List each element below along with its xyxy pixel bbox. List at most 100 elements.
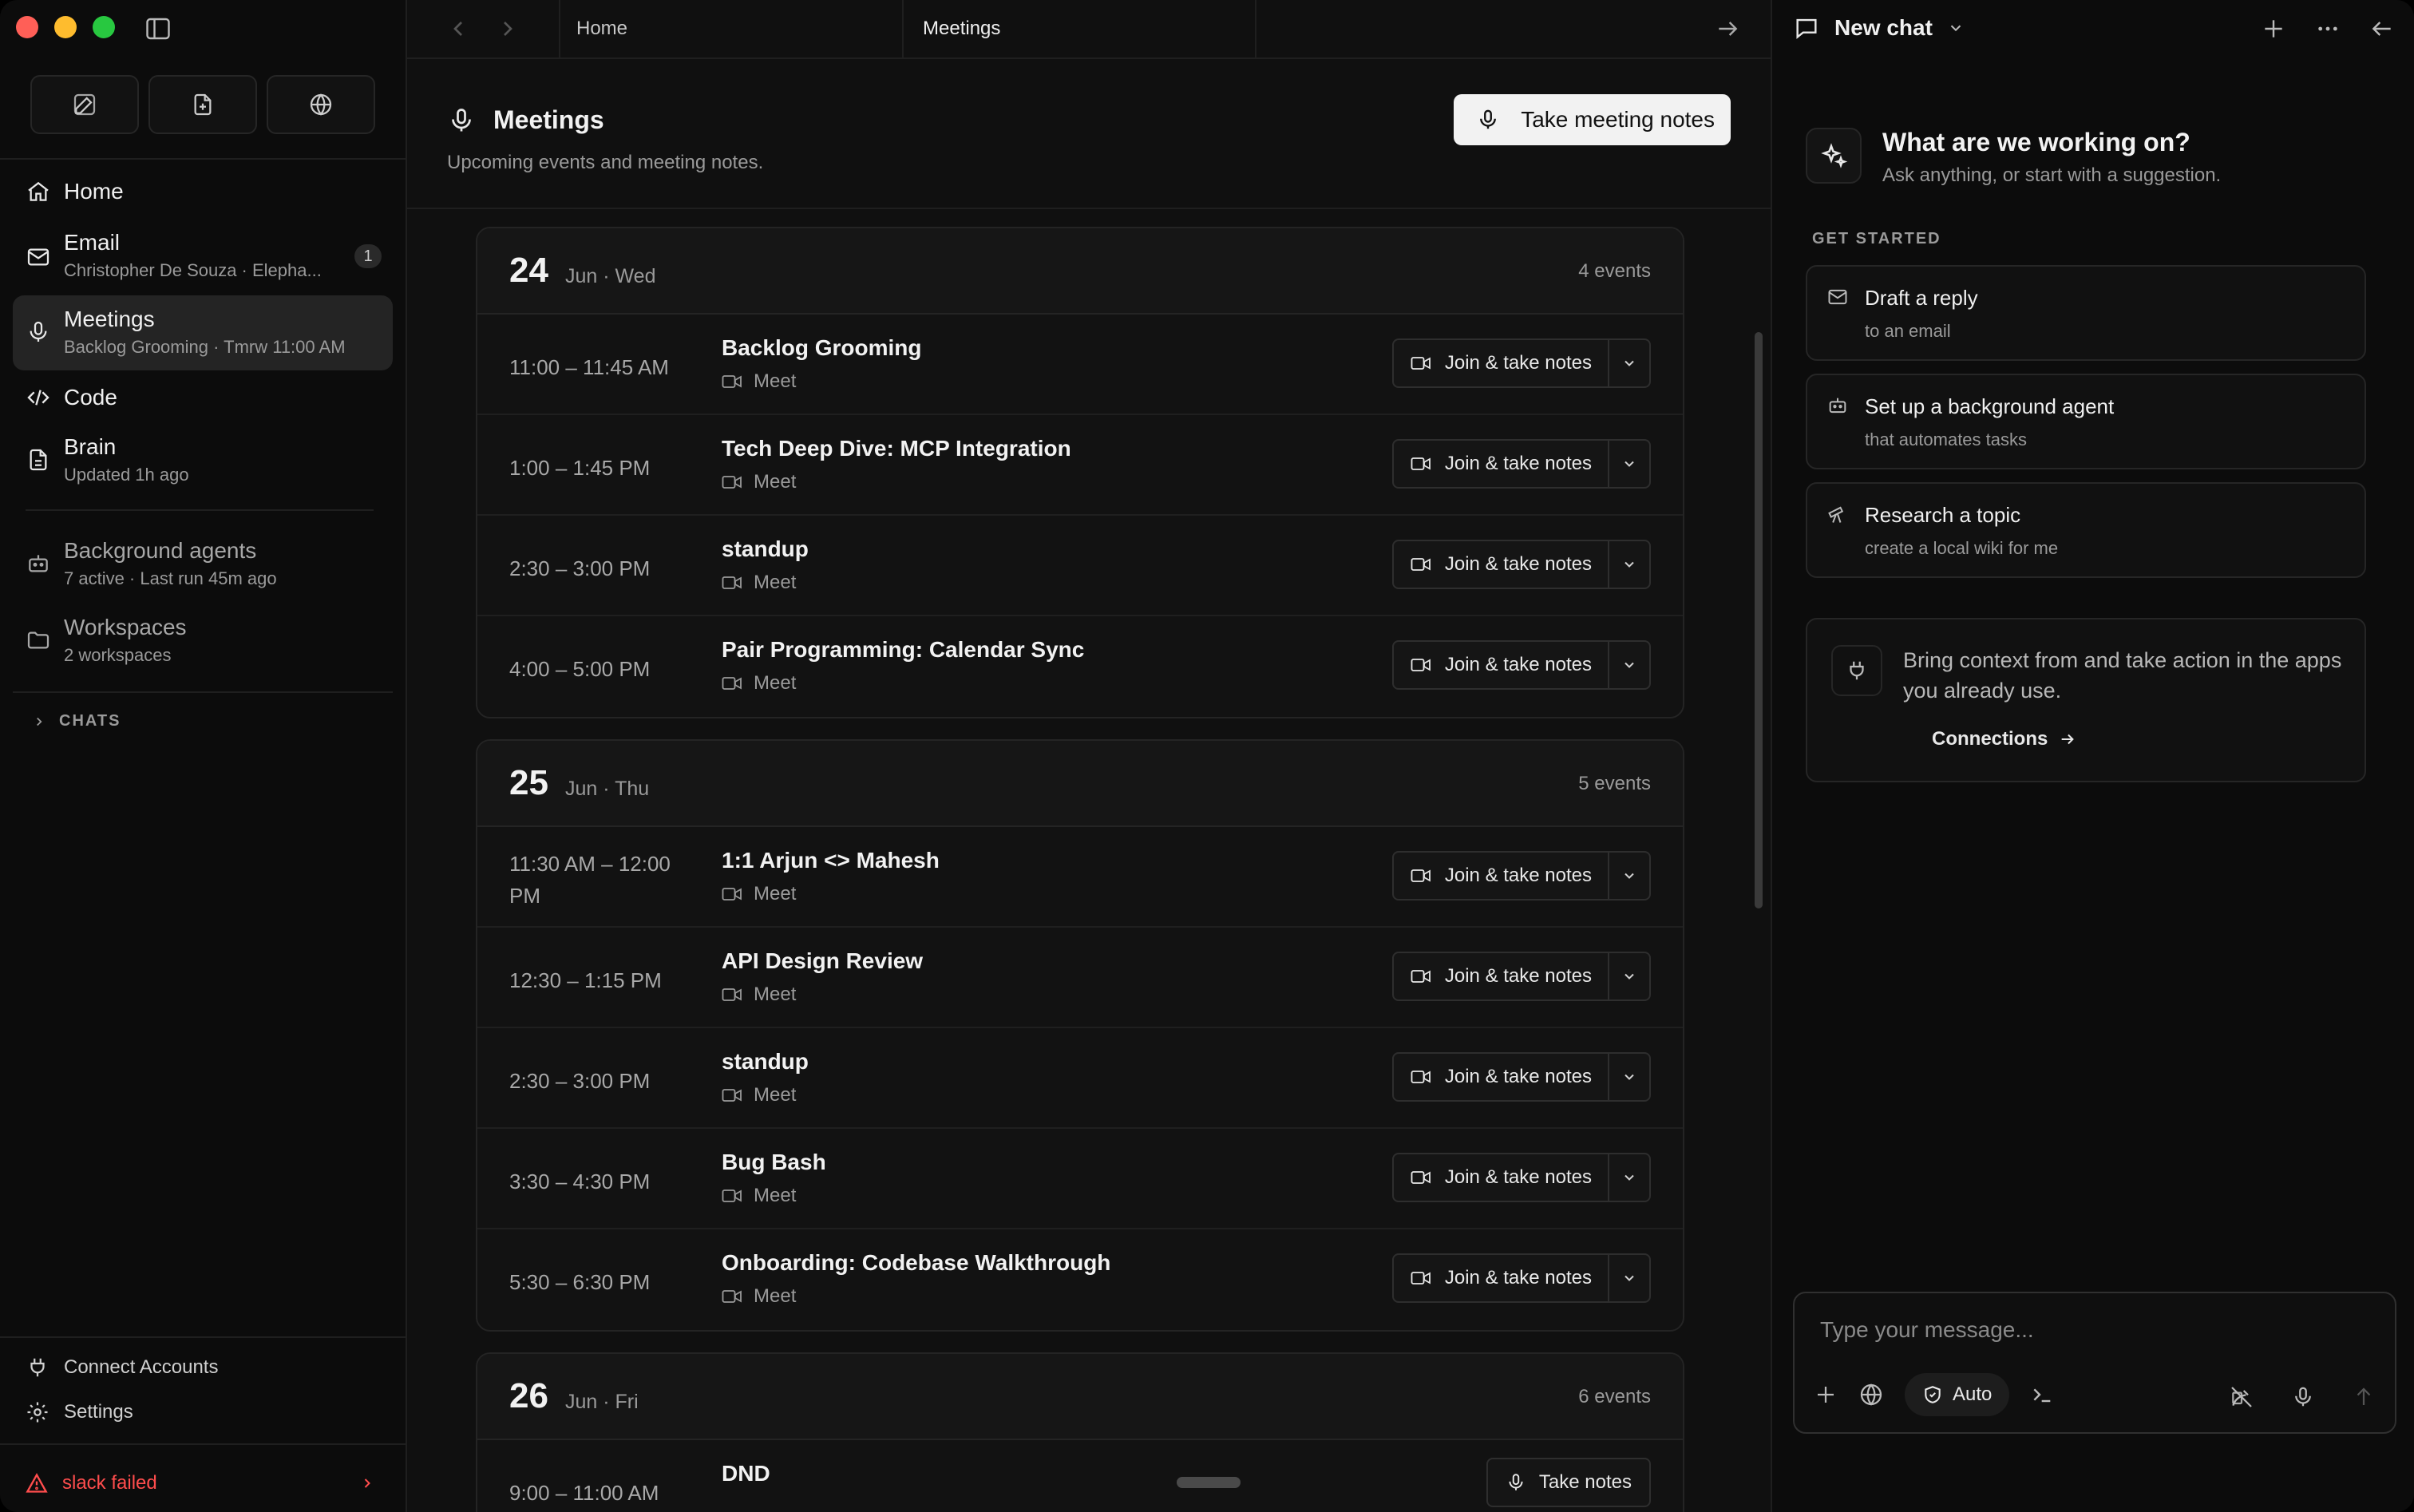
event-row[interactable]: 3:30 – 4:30 PM Bug Bash Meet Join & take no… [477, 1129, 1683, 1229]
join-label: Join & take notes [1444, 553, 1592, 575]
minimize-window-button[interactable] [54, 16, 77, 38]
message-composer: Type your message... Auto [1793, 1292, 2396, 1434]
permission-mode-button[interactable]: Auto [1905, 1373, 2010, 1416]
join-and-take-notes-button[interactable]: Join & take notes [1394, 1054, 1609, 1100]
event-location: Meet [722, 572, 796, 594]
join-button-group: Join & take notes [1391, 1153, 1651, 1202]
scrollbar[interactable] [1755, 332, 1763, 908]
day-number: 26 [509, 1376, 548, 1415]
join-options-dropdown[interactable] [1609, 642, 1649, 688]
event-time: 9:00 – 11:00 AM [509, 1481, 659, 1505]
tab-home[interactable]: Home [559, 0, 867, 57]
connections-link[interactable]: Connections [1932, 728, 2076, 750]
event-row[interactable]: 4:00 – 5:00 PM Pair Programming: Calendar… [477, 616, 1683, 717]
plus-icon[interactable] [1814, 1383, 1838, 1407]
sidebar-item-brain[interactable]: Brain Updated 1h ago [13, 431, 393, 497]
terminal-icon[interactable] [2030, 1382, 2056, 1407]
join-and-take-notes-button[interactable]: Join & take notes [1394, 1154, 1609, 1201]
join-options-dropdown[interactable] [1609, 1154, 1649, 1201]
event-time: 11:30 AM – 12:00 PM [509, 852, 671, 908]
connections-description: Bring context from and take action in th… [1903, 648, 2342, 703]
close-window-button[interactable] [16, 16, 38, 38]
more-icon[interactable] [2315, 16, 2341, 42]
event-row[interactable]: 11:30 AM – 12:00 PM 1:1 Arjun <> Mahesh Me… [477, 827, 1683, 928]
event-title: standup [722, 1049, 809, 1074]
globe-icon[interactable] [1858, 1382, 1884, 1407]
suggestion-draft-reply[interactable]: Draft a reply to an email [1806, 265, 2366, 361]
sidebar-item-sub: Updated 1h ago [64, 465, 189, 485]
meetings-list[interactable]: 24 Jun · Wed 4 events 11:00 – 11:45 AM Backl… [407, 211, 1771, 1512]
take-notes-button[interactable]: Take notes [1486, 1458, 1651, 1507]
tab-meetings[interactable]: Meetings [902, 0, 1253, 57]
join-options-dropdown[interactable] [1609, 853, 1649, 899]
get-started-label: GET STARTED [1812, 230, 1941, 247]
suggestion-subtitle: that automates tasks [1865, 429, 2027, 449]
back-button[interactable] [445, 16, 471, 42]
sidebar-item-meetings[interactable]: Meetings Backlog Grooming · Tmrw 11:00 A… [13, 295, 393, 370]
video-camera-icon [1410, 1269, 1432, 1287]
sidebar-item-code[interactable]: Code [13, 375, 393, 420]
connection-error-banner[interactable]: slack failed [0, 1455, 406, 1512]
join-and-take-notes-button[interactable]: Join & take notes [1394, 1255, 1609, 1301]
event-row[interactable]: 12:30 – 1:15 PM API Design Review Meet Join… [477, 928, 1683, 1028]
message-input[interactable]: Type your message... [1820, 1317, 2034, 1343]
event-location: Meet [722, 471, 796, 493]
event-row[interactable]: 2:30 – 3:00 PM standup Meet Join & take not… [477, 516, 1683, 616]
sidebar-item-sub: Backlog Grooming · Tmrw 11:00 AM [64, 337, 346, 357]
join-and-take-notes-button[interactable]: Join & take notes [1394, 853, 1609, 899]
zoom-window-button[interactable] [93, 16, 115, 38]
drag-handle[interactable] [1177, 1477, 1241, 1488]
chats-label: CHATS [59, 712, 121, 730]
sidebar-item-background-agents[interactable]: Background agents 7 active · Last run 45… [13, 535, 393, 600]
tab-label: Meetings [923, 18, 1001, 39]
join-options-dropdown[interactable] [1609, 1255, 1649, 1301]
suggestion-background-agent[interactable]: Set up a background agent that automates… [1806, 374, 2366, 469]
settings-label: Settings [64, 1401, 133, 1423]
settings-button[interactable]: Settings [26, 1400, 133, 1424]
event-row[interactable]: 2:30 – 3:00 PM standup Meet Join & take not… [477, 1028, 1683, 1129]
event-row[interactable]: 9:00 – 11:00 AM DND Take notes [477, 1440, 1683, 1512]
arrow-left-icon[interactable] [2369, 16, 2395, 42]
join-and-take-notes-button[interactable]: Join & take notes [1394, 340, 1609, 386]
new-note-button[interactable] [30, 75, 139, 134]
mail-icon [26, 244, 51, 270]
sidebar-item-workspaces[interactable]: Workspaces 2 workspaces [13, 612, 393, 677]
video-camera-icon [1410, 455, 1432, 473]
event-title: 1:1 Arjun <> Mahesh [722, 848, 940, 873]
chat-title: New chat [1834, 15, 1933, 40]
chat-selector[interactable]: New chat [1793, 14, 1965, 42]
send-arrow-icon[interactable] [2352, 1385, 2376, 1409]
welcome-subtitle: Ask anything, or start with a suggestion… [1882, 164, 2222, 186]
take-meeting-notes-button[interactable]: Take meeting notes [1454, 94, 1731, 145]
sidebar-toggle-icon[interactable] [144, 14, 172, 43]
chevron-down-icon [1621, 1069, 1637, 1085]
chats-section-toggle[interactable]: CHATS [32, 712, 121, 730]
join-options-dropdown[interactable] [1609, 1054, 1649, 1100]
join-and-take-notes-button[interactable]: Join & take notes [1394, 541, 1609, 588]
sidebar-item-label: Workspaces [64, 615, 187, 639]
join-options-dropdown[interactable] [1609, 340, 1649, 386]
join-options-dropdown[interactable] [1609, 441, 1649, 487]
voice-off-icon[interactable] [2229, 1384, 2254, 1410]
connect-accounts-button[interactable]: Connect Accounts [26, 1356, 218, 1379]
join-and-take-notes-button[interactable]: Join & take notes [1394, 953, 1609, 999]
suggestion-research-topic[interactable]: Research a topic create a local wiki for… [1806, 482, 2366, 578]
join-options-dropdown[interactable] [1609, 541, 1649, 588]
event-row[interactable]: 1:00 – 1:45 PM Tech Deep Dive: MCP Integr… [477, 415, 1683, 516]
sidebar-item-home[interactable]: Home [13, 169, 393, 214]
sidebar-item-label: Home [64, 179, 124, 204]
event-row[interactable]: 5:30 – 6:30 PM Onboarding: Codebase Walkt… [477, 1229, 1683, 1330]
forward-button[interactable] [495, 16, 520, 42]
new-document-button[interactable] [148, 75, 257, 134]
plus-icon[interactable] [2261, 16, 2286, 42]
sidebar-item-email[interactable]: Email Christopher De Souza · Elepha... 1 [13, 227, 393, 292]
suggestion-title: Research a topic [1865, 503, 2021, 527]
open-chat-panel-button[interactable] [1715, 16, 1740, 42]
join-and-take-notes-button[interactable]: Join & take notes [1394, 441, 1609, 487]
event-row[interactable]: 11:00 – 11:45 AM Backlog Grooming Meet Join… [477, 315, 1683, 415]
join-options-dropdown[interactable] [1609, 953, 1649, 999]
tab-bar: Home Meetings [407, 0, 1771, 59]
microphone-icon[interactable] [2291, 1385, 2315, 1409]
web-button[interactable] [267, 75, 375, 134]
join-and-take-notes-button[interactable]: Join & take notes [1394, 642, 1609, 688]
